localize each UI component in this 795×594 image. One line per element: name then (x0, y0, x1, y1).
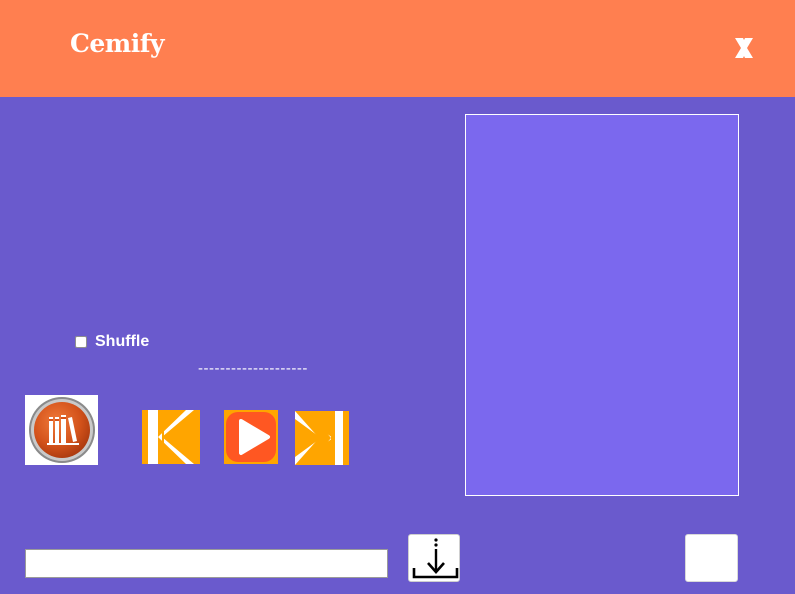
download-icon (412, 538, 459, 579)
next-track-icon (295, 411, 349, 465)
close-icon (735, 38, 753, 58)
app-header: Cemify (0, 0, 795, 97)
next-button[interactable] (295, 411, 349, 465)
library-books-icon (29, 397, 95, 463)
previous-button[interactable] (142, 410, 200, 464)
play-icon (224, 410, 278, 464)
now-playing-label: -------------------- (198, 360, 308, 377)
shuffle-label: Shuffle (95, 333, 150, 350)
shuffle-checkbox[interactable] (75, 336, 87, 348)
url-input[interactable] (25, 549, 388, 578)
close-button[interactable] (728, 33, 760, 63)
library-button[interactable] (25, 395, 98, 465)
playlist-panel[interactable] (465, 114, 739, 496)
blank-button[interactable] (685, 534, 738, 582)
app-title: Cemify (70, 29, 165, 58)
previous-track-icon (142, 410, 200, 464)
download-button[interactable] (408, 534, 460, 582)
play-button[interactable] (224, 410, 278, 464)
shuffle-toggle[interactable]: Shuffle (75, 333, 149, 351)
